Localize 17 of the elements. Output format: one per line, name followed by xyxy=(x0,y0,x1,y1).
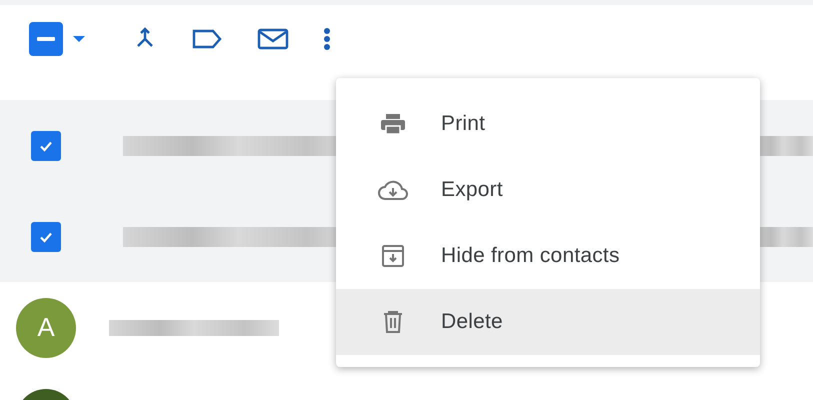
menu-item-label: Export xyxy=(441,178,503,202)
cloud-download-icon xyxy=(376,178,410,202)
menu-item[interactable]: Export xyxy=(336,157,760,223)
row-checkbox[interactable] xyxy=(31,130,61,160)
select-checkbox[interactable] xyxy=(29,22,63,56)
mail-icon[interactable] xyxy=(257,27,289,51)
menu-item[interactable]: Print xyxy=(336,91,760,157)
menu-item[interactable]: Delete xyxy=(336,289,760,355)
caret-icon[interactable] xyxy=(73,36,85,42)
menu-item-label: Delete xyxy=(441,310,503,334)
menu-item-label: Print xyxy=(441,112,486,136)
label-icon[interactable] xyxy=(191,27,223,51)
row-checkbox[interactable] xyxy=(31,222,61,252)
avatar: A xyxy=(16,298,76,358)
more-icon[interactable] xyxy=(323,27,331,51)
menu-item[interactable]: Hide from contacts xyxy=(336,223,760,289)
menu-item-label: Hide from contacts xyxy=(441,244,620,268)
